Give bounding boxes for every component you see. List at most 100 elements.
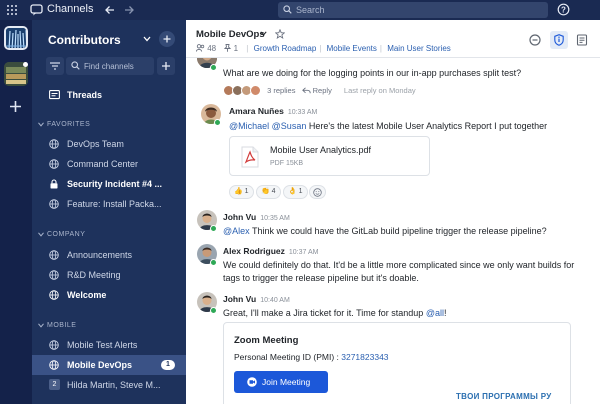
pdf-file-icon — [241, 146, 259, 168]
channels-icon — [30, 4, 43, 16]
sidebar-item-announcements[interactable]: Announcements — [32, 245, 186, 265]
find-channels-input[interactable] — [84, 59, 152, 73]
sidebar-item-label: R&D Meeting — [67, 270, 121, 280]
globe-icon — [49, 159, 59, 169]
sidebar-item-security-incident[interactable]: Security Incident #4 ... — [32, 174, 186, 194]
reply-arrow-icon — [301, 87, 311, 94]
pinned-count[interactable]: 1 — [224, 44, 238, 53]
reaction-thumbs-up[interactable]: 👍 1 — [229, 185, 254, 199]
sidebar-item-feature-install[interactable]: Feature: Install Packa... — [32, 194, 186, 214]
clap-icon: 👏 — [261, 188, 270, 195]
team-name[interactable]: Contributors — [48, 33, 121, 47]
zoom-title: Zoom Meeting — [234, 335, 299, 346]
message-author: John Vu 10:40 AM — [223, 294, 290, 304]
watermark: ТВОИ ПРОГРАММЫ РУ — [456, 392, 552, 401]
plus-icon — [163, 35, 171, 43]
mention-link[interactable]: @Alex — [223, 226, 250, 236]
sidebar-item-label: Hilda Martin, Steve M... — [67, 380, 161, 390]
message-author: Alex Rodriguez 10:37 AM — [223, 246, 319, 256]
filter-icon — [50, 62, 60, 70]
sidebar-item-label: Threads — [67, 90, 103, 100]
sidebar-item-mobile-devops[interactable]: Mobile DevOps 1 — [32, 355, 186, 375]
add-button[interactable] — [159, 31, 175, 47]
mention-link[interactable]: @all — [426, 308, 444, 318]
online-status-icon — [210, 307, 217, 314]
reaction-ok[interactable]: 👌 1 — [283, 185, 308, 199]
section-header-company[interactable]: COMPANY — [38, 231, 85, 238]
top-bar: Channels ? — [0, 0, 600, 20]
team-icon-contributors[interactable] — [4, 26, 28, 50]
meeting-id-link[interactable]: 3271823343 — [341, 352, 388, 362]
channel-header: Mobile DevOps 48 1 | Growth Roadmap | Mob… — [186, 20, 600, 58]
thread-summary[interactable]: 3 replies Reply Last reply on Monday — [223, 85, 416, 96]
sidebar-item-mobile-test-alerts[interactable]: Mobile Test Alerts — [32, 335, 186, 355]
globe-icon — [49, 139, 59, 149]
filter-button[interactable] — [46, 57, 64, 75]
forward-arrow-icon[interactable] — [123, 4, 135, 16]
threads-icon — [49, 90, 60, 100]
globe-icon — [49, 340, 59, 350]
reaction-clap[interactable]: 👏 4 — [256, 185, 281, 199]
sidebar-item-label: Security Incident #4 ... — [67, 179, 163, 189]
file-attachment[interactable]: Mobile User Analytics.pdf PDF 15KB — [229, 136, 430, 176]
file-meta: PDF 15KB — [270, 160, 304, 167]
new-channel-button[interactable] — [157, 57, 175, 75]
thumbs-up-icon: 👍 — [234, 188, 243, 195]
bookmark-main-user-stories[interactable]: Main User Stories — [387, 44, 451, 53]
sidebar-item-label: Command Center — [67, 159, 139, 169]
section-header-favorites[interactable]: FAVORITES — [38, 121, 90, 128]
sidebar-item-label: Feature: Install Packa... — [67, 199, 162, 209]
apps-grid-icon[interactable] — [7, 5, 17, 15]
channel-name[interactable]: Mobile DevOps — [196, 29, 265, 40]
find-channels-box[interactable] — [66, 57, 154, 75]
globe-icon — [49, 270, 59, 280]
help-icon[interactable]: ? — [557, 3, 570, 16]
add-reaction-button[interactable] — [309, 185, 326, 199]
file-name[interactable]: Mobile User Analytics.pdf — [270, 145, 371, 155]
channel-sidebar: Contributors Threads FAVORITES DevOps Te… — [32, 20, 186, 404]
message-author: John Vu 10:35 AM — [223, 212, 290, 222]
members-icon — [196, 44, 205, 53]
sidebar-item-label: Welcome — [67, 290, 107, 300]
search-bar[interactable] — [278, 2, 548, 18]
participants-avatars — [223, 85, 261, 96]
unread-dot — [23, 62, 28, 67]
ok-hand-icon: 👌 — [288, 188, 297, 195]
star-icon[interactable] — [275, 29, 285, 39]
search-input[interactable] — [296, 3, 536, 17]
sidebar-item-welcome[interactable]: Welcome — [32, 285, 186, 305]
message-text: Great, I'll make a Jira ticket for it. T… — [223, 308, 447, 318]
chevron-down-icon[interactable] — [260, 31, 267, 36]
mention-badge: 1 — [161, 360, 175, 370]
sidebar-item-group-dm[interactable]: 2 Hilda Martin, Steve M... — [32, 375, 186, 395]
dm-count-icon: 2 — [49, 379, 60, 390]
bookmark-mobile-events[interactable]: Mobile Events — [327, 44, 377, 53]
sidebar-item-threads[interactable]: Threads — [32, 85, 186, 105]
online-status-icon — [214, 119, 221, 126]
sidebar-item-rd-meeting[interactable]: R&D Meeting — [32, 265, 186, 285]
section-header-mobile[interactable]: MOBILE — [38, 322, 76, 329]
channel-meta: 48 1 | Growth Roadmap | Mobile Events | Ma… — [196, 44, 454, 53]
message-author: Amara Nuñes 10:33 AM — [229, 106, 318, 116]
join-meeting-button[interactable]: Join Meeting — [234, 371, 328, 393]
call-icon[interactable] — [527, 32, 543, 48]
reply-count[interactable]: 3 replies — [267, 86, 295, 95]
bookmark-growth-roadmap[interactable]: Growth Roadmap — [254, 44, 317, 53]
chevron-down-icon[interactable] — [143, 36, 151, 42]
member-count[interactable]: 48 — [196, 44, 216, 53]
mention-link[interactable]: @Susan — [272, 121, 307, 131]
reply-link[interactable]: Reply — [301, 86, 332, 95]
globe-icon — [49, 199, 59, 209]
sidebar-item-command-center[interactable]: Command Center — [32, 154, 186, 174]
sidebar-item-devops-team[interactable]: DevOps Team — [32, 134, 186, 154]
channel-info-button[interactable] — [550, 31, 568, 49]
search-icon — [283, 5, 292, 14]
add-team-icon[interactable] — [9, 100, 22, 113]
globe-icon — [49, 290, 59, 300]
back-arrow-icon[interactable] — [104, 4, 116, 16]
mention-link[interactable]: @Michael — [229, 121, 269, 131]
search-icon — [71, 61, 80, 70]
online-status-icon — [210, 259, 217, 266]
files-icon[interactable] — [574, 32, 590, 48]
svg-text:?: ? — [561, 5, 566, 14]
